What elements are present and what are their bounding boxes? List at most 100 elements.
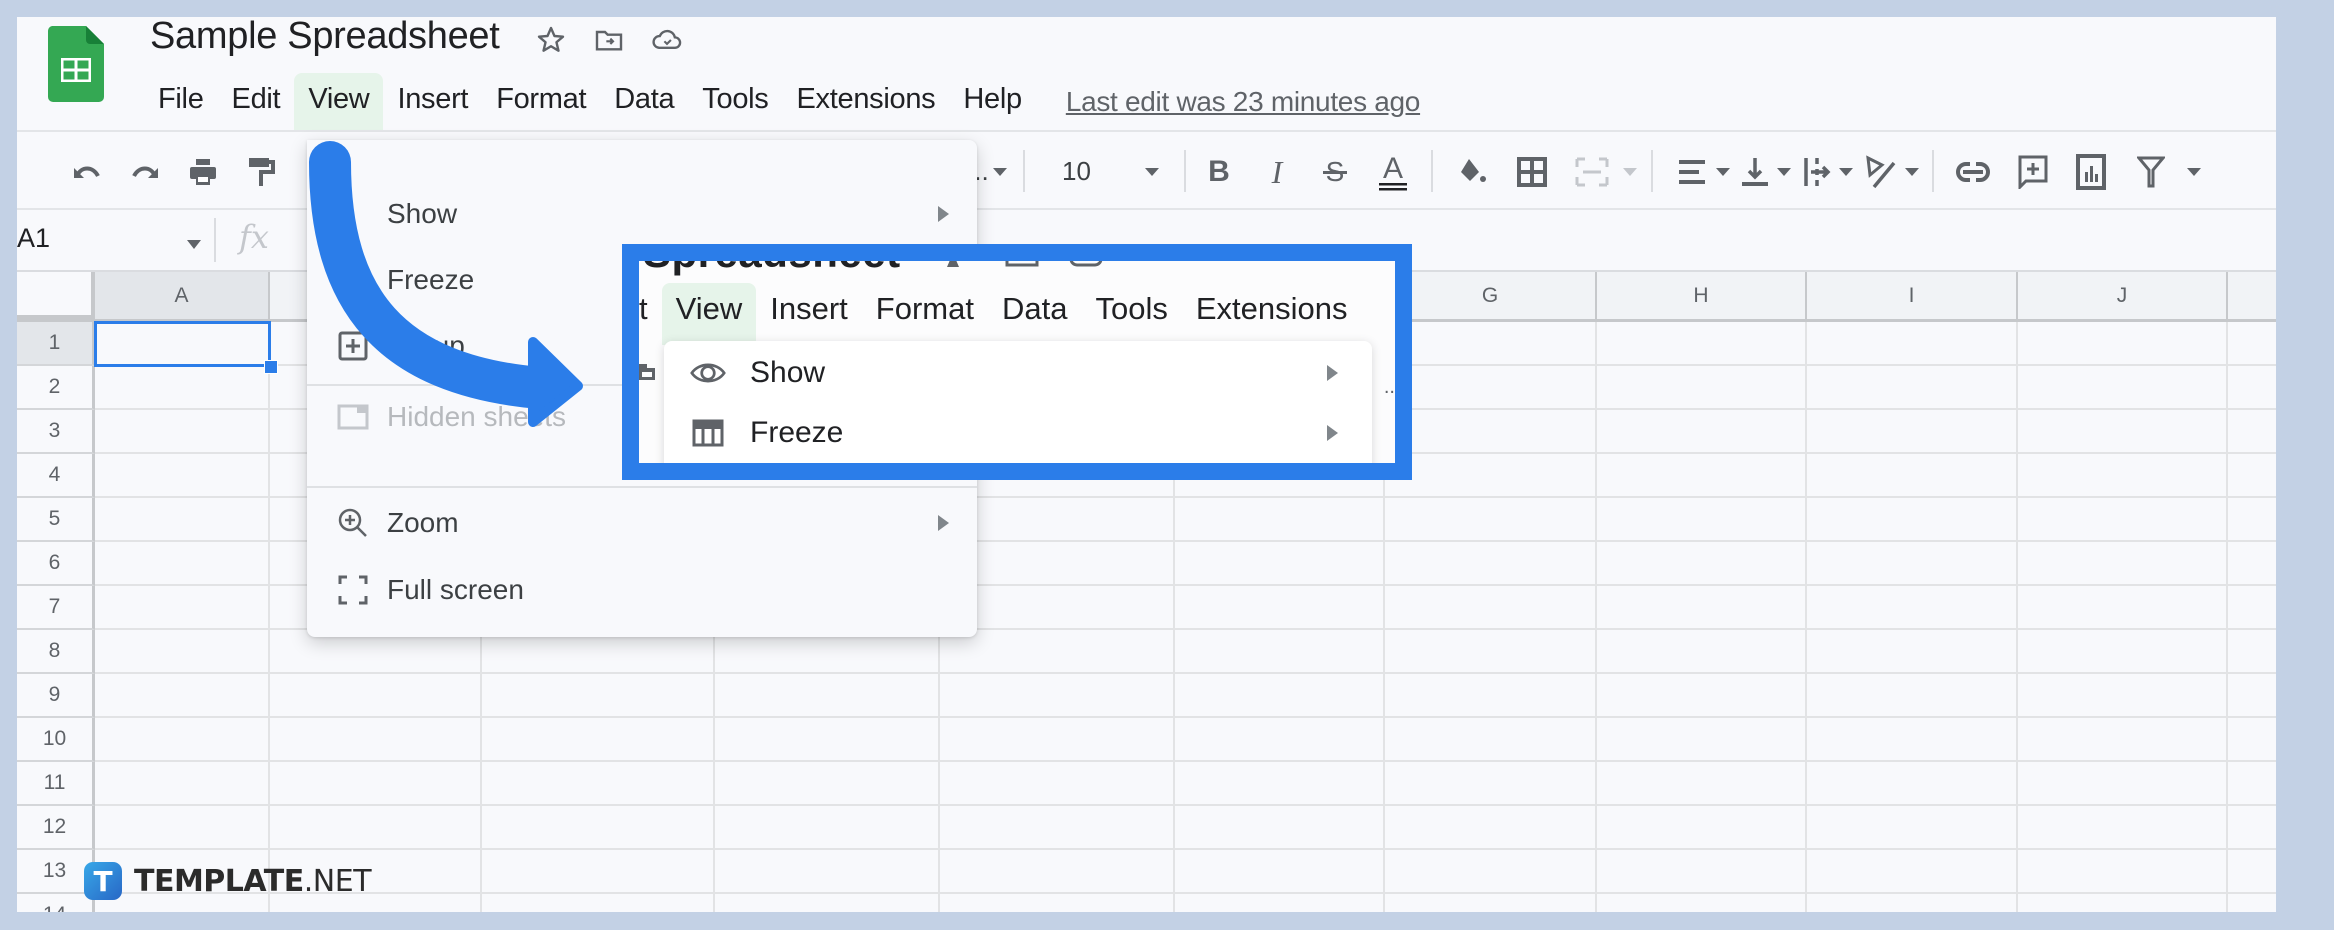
sheets-logo-icon[interactable] bbox=[48, 26, 104, 103]
text-rotation-caret-icon[interactable] bbox=[1905, 168, 1919, 176]
name-box[interactable]: A1 bbox=[17, 223, 50, 254]
last-edit-link[interactable]: Last edit was 23 minutes ago bbox=[1066, 86, 1421, 118]
toolbar-separator bbox=[1023, 150, 1025, 192]
menu-edit[interactable]: Edit bbox=[218, 73, 295, 130]
view-menu-item-show[interactable]: Show bbox=[307, 184, 977, 244]
menu-help[interactable]: Help bbox=[949, 73, 1035, 130]
row-header-5[interactable]: 5 bbox=[17, 498, 95, 542]
group-icon bbox=[335, 328, 371, 364]
text-wrapping-caret-icon[interactable] bbox=[1839, 168, 1853, 176]
submenu-arrow-icon bbox=[1327, 365, 1338, 381]
merge-caret-icon[interactable] bbox=[1623, 168, 1637, 176]
column-header-i[interactable]: I bbox=[1807, 272, 2018, 319]
borders-icon[interactable] bbox=[1514, 154, 1550, 190]
grid-column-line bbox=[2226, 322, 2228, 912]
vertical-align-caret-icon[interactable] bbox=[1777, 168, 1791, 176]
grid-column-line bbox=[268, 322, 270, 912]
template-logo-icon: T bbox=[84, 862, 122, 900]
selected-cell-a1[interactable] bbox=[94, 321, 271, 367]
row-header-4[interactable]: 4 bbox=[17, 454, 95, 498]
menu-item-label: Freeze bbox=[387, 264, 475, 295]
menu-item-label: Full screen bbox=[387, 574, 524, 605]
callout-content: Spreadsheet t View Insert Format Data To… bbox=[639, 261, 1395, 463]
callout-title-icons bbox=[947, 261, 1103, 267]
name-box-caret-icon[interactable] bbox=[187, 240, 201, 249]
horizontal-align-caret-icon[interactable] bbox=[1716, 168, 1730, 176]
fx-icon: fx bbox=[239, 218, 269, 256]
menu-data[interactable]: Data bbox=[600, 73, 688, 130]
row-header-8[interactable]: 8 bbox=[17, 630, 95, 674]
italic-icon[interactable]: I bbox=[1259, 154, 1295, 190]
text-rotation-icon[interactable] bbox=[1862, 154, 1898, 190]
strikethrough-icon[interactable]: S bbox=[1317, 154, 1353, 190]
paint-format-icon[interactable] bbox=[243, 154, 279, 190]
cloud-saved-icon[interactable] bbox=[648, 21, 686, 59]
font-name-caret-icon[interactable] bbox=[993, 168, 1007, 176]
column-header-j[interactable]: J bbox=[2018, 272, 2228, 319]
view-menu-item-full-screen[interactable]: Full screen bbox=[307, 560, 977, 620]
callout-item-freeze: Freeze bbox=[664, 403, 1372, 463]
submenu-arrow-icon bbox=[1327, 425, 1338, 441]
menu-separator bbox=[307, 486, 977, 488]
font-size-select[interactable]: 10 bbox=[1062, 156, 1091, 187]
menu-tools[interactable]: Tools bbox=[688, 73, 782, 130]
insert-comment-icon[interactable] bbox=[2015, 154, 2051, 190]
menu-extensions[interactable]: Extensions bbox=[783, 73, 950, 130]
template-net-watermark: T TEMPLATE.NET bbox=[84, 862, 372, 900]
text-wrapping-icon[interactable] bbox=[1799, 154, 1835, 190]
merge-cells-icon[interactable] bbox=[1574, 154, 1610, 190]
row-header-3[interactable]: 3 bbox=[17, 410, 95, 454]
text-color-icon[interactable]: A bbox=[1375, 152, 1411, 191]
zoom-callout-box: Spreadsheet t View Insert Format Data To… bbox=[622, 244, 1412, 480]
font-size-caret-icon[interactable] bbox=[1145, 168, 1159, 176]
view-menu-item-zoom[interactable]: Zoom bbox=[307, 493, 977, 553]
grid-column-line bbox=[1805, 322, 1807, 912]
vertical-align-icon[interactable] bbox=[1737, 154, 1773, 190]
filter-icon[interactable] bbox=[2133, 154, 2169, 190]
row-header-6[interactable]: 6 bbox=[17, 542, 95, 586]
document-title[interactable]: Sample Spreadsheet bbox=[150, 17, 500, 58]
callout-menu-edit-fragment: t bbox=[639, 291, 648, 326]
row-header-11[interactable]: 11 bbox=[17, 762, 95, 806]
column-header-h[interactable]: H bbox=[1597, 272, 1807, 319]
grid-column-line bbox=[1595, 322, 1597, 912]
menu-view[interactable]: View bbox=[294, 73, 384, 130]
undo-icon[interactable] bbox=[69, 154, 105, 190]
grid-row-line bbox=[95, 892, 2276, 894]
row-header-2[interactable]: 2 bbox=[17, 366, 95, 410]
callout-ellipsis: .. bbox=[1383, 376, 1395, 398]
svg-text:A: A bbox=[1383, 152, 1403, 185]
menu-bar: File Edit View Insert Format Data Tools … bbox=[144, 73, 1420, 130]
menu-format[interactable]: Format bbox=[482, 73, 600, 130]
row-header-1[interactable]: 1 bbox=[17, 322, 95, 366]
fill-handle[interactable] bbox=[264, 360, 278, 374]
star-icon[interactable] bbox=[532, 21, 570, 59]
row-header-12[interactable]: 12 bbox=[17, 806, 95, 850]
fullscreen-icon bbox=[335, 572, 371, 608]
menu-item-label: Show bbox=[387, 198, 458, 229]
callout-menu-tools: Tools bbox=[1095, 291, 1168, 326]
move-to-folder-icon[interactable] bbox=[590, 21, 628, 59]
row-header-7[interactable]: 7 bbox=[17, 586, 95, 630]
bold-icon[interactable]: B bbox=[1201, 154, 1237, 190]
filter-caret-icon[interactable] bbox=[2187, 168, 2201, 176]
print-icon[interactable] bbox=[185, 154, 221, 190]
row-header-9[interactable]: 9 bbox=[17, 674, 95, 718]
menu-file[interactable]: File bbox=[144, 73, 218, 130]
grid-row-line bbox=[95, 716, 2276, 718]
callout-menu-view: View bbox=[661, 283, 757, 345]
menu-insert[interactable]: Insert bbox=[383, 73, 482, 130]
grid-row-line bbox=[95, 848, 2276, 850]
fill-color-icon[interactable] bbox=[1455, 154, 1491, 190]
column-header-a[interactable]: A bbox=[95, 272, 270, 319]
horizontal-align-icon[interactable] bbox=[1674, 154, 1710, 190]
brand-suffix: .NET bbox=[303, 863, 372, 899]
select-all-corner[interactable] bbox=[17, 272, 95, 319]
redo-icon[interactable] bbox=[127, 154, 163, 190]
column-header-g[interactable]: G bbox=[1385, 272, 1597, 319]
menu-item-label: Zoom bbox=[387, 507, 459, 538]
insert-chart-icon[interactable] bbox=[2073, 154, 2109, 190]
row-header-10[interactable]: 10 bbox=[17, 718, 95, 762]
insert-link-icon[interactable] bbox=[1955, 154, 1991, 190]
callout-toolbar-fragment-icon bbox=[639, 364, 655, 380]
